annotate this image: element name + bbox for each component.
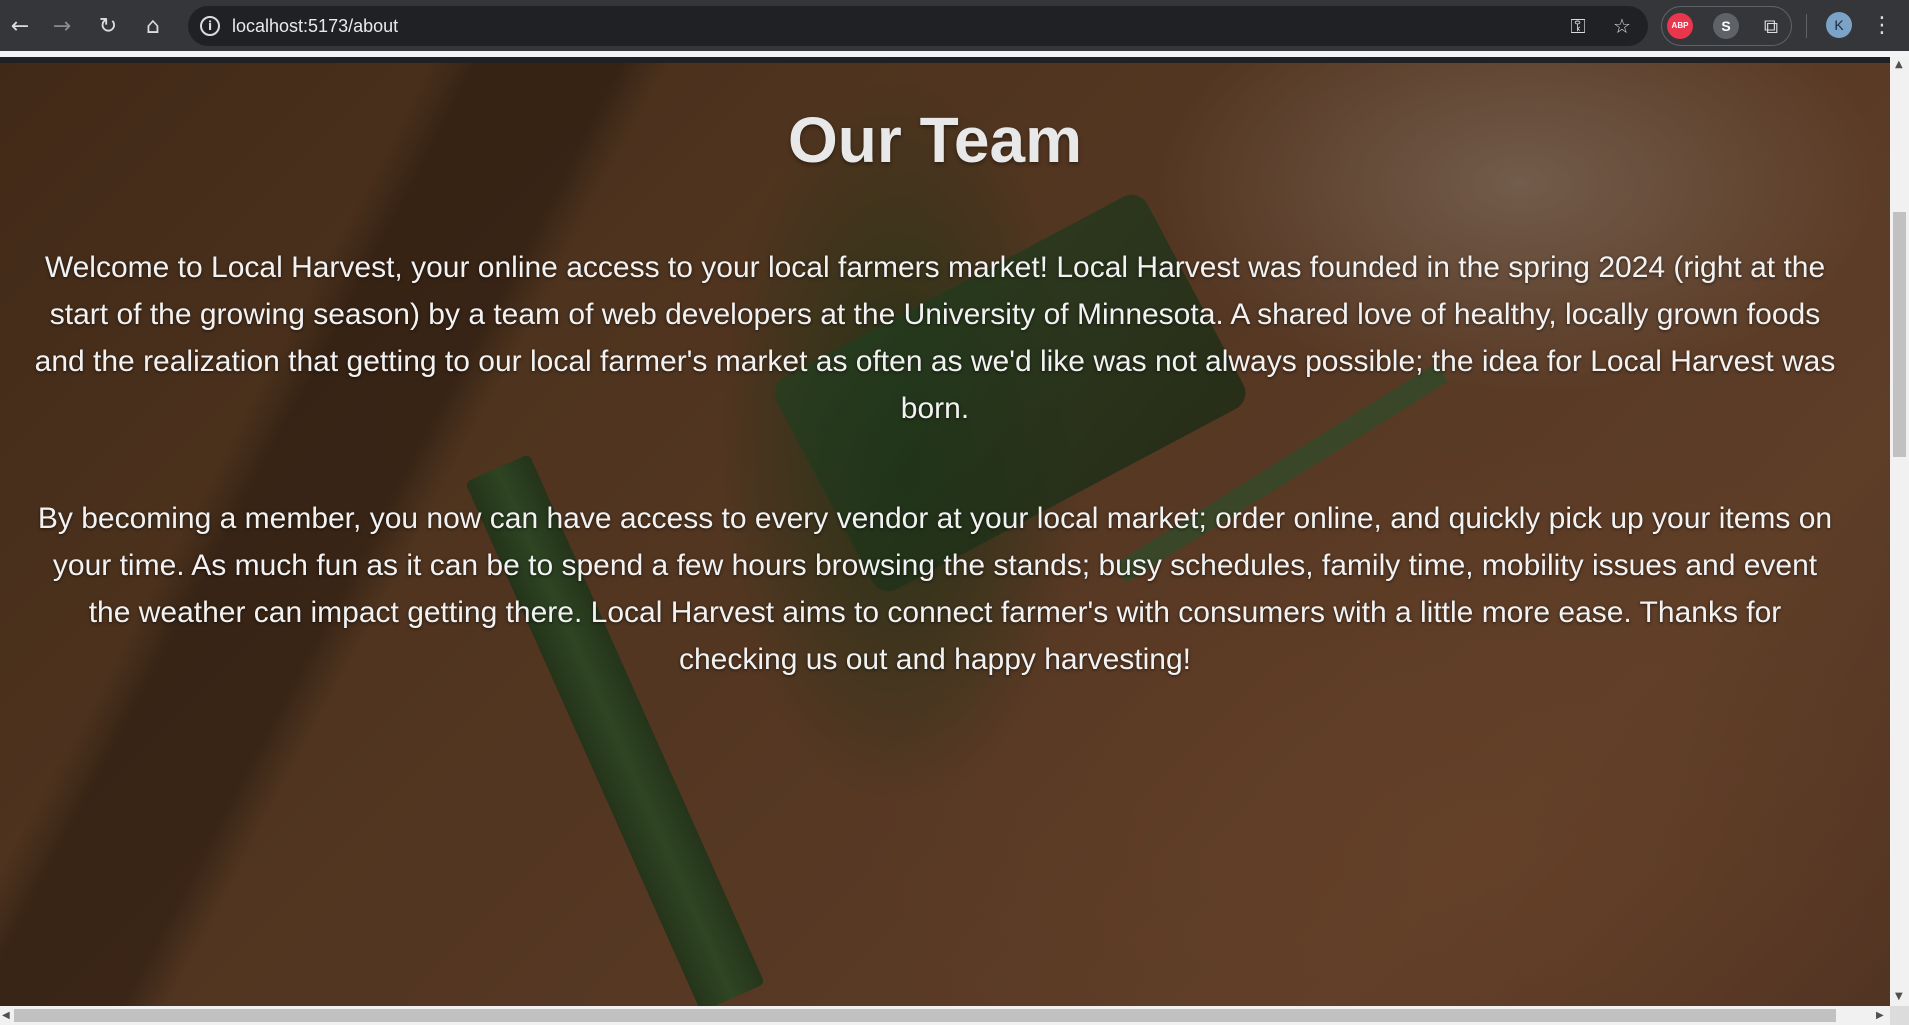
horizontal-scroll-thumb[interactable] [14,1009,1836,1022]
scroll-down-icon[interactable]: ▼ [1895,991,1903,1002]
about-paragraph-2: By becoming a member, you now can have a… [37,502,1833,676]
browser-toolbar: ← → ↻ ⌂ i localhost:5173/about ⚿ ☆ ABP S… [0,0,1909,57]
scroll-right-icon[interactable]: ▶ [1876,1010,1884,1021]
avatar[interactable]: K [1826,12,1852,38]
page-title: Our Team [788,104,1082,176]
scroll-up-icon[interactable]: ▲ [1895,59,1903,70]
about-paragraph-1: Welcome to Local Harvest, your online ac… [34,251,1836,425]
puzzle-icon[interactable]: ⧉ [1757,12,1785,40]
url-text[interactable]: localhost:5173/about [232,6,398,46]
scrollbar-corner [1890,1006,1909,1025]
horizontal-scrollbar[interactable]: ◀ ▶ [0,1006,1890,1025]
page-viewport: Our Team Welcome to Local Harvest, your … [0,63,1890,1006]
reload-icon[interactable]: ↻ [94,12,122,40]
vertical-scrollbar[interactable]: ▲ ▼ [1890,57,1909,1006]
kebab-menu-icon[interactable]: ⋮ [1868,12,1896,40]
address-bar[interactable]: i localhost:5173/about ⚿ ☆ [188,6,1648,46]
forward-icon[interactable]: → [48,12,76,40]
info-icon[interactable]: i [200,16,220,36]
scroll-left-icon[interactable]: ◀ [2,1010,10,1021]
back-icon[interactable]: ← [6,12,34,40]
toolbar-divider [1806,14,1807,38]
home-icon[interactable]: ⌂ [139,12,167,40]
bookmark-star-icon[interactable]: ☆ [1608,12,1636,40]
s-extension-icon[interactable]: S [1713,13,1739,39]
adblock-icon[interactable]: ABP [1667,13,1693,39]
password-key-icon[interactable]: ⚿ [1564,12,1592,40]
vertical-scroll-thumb[interactable] [1893,212,1906,457]
